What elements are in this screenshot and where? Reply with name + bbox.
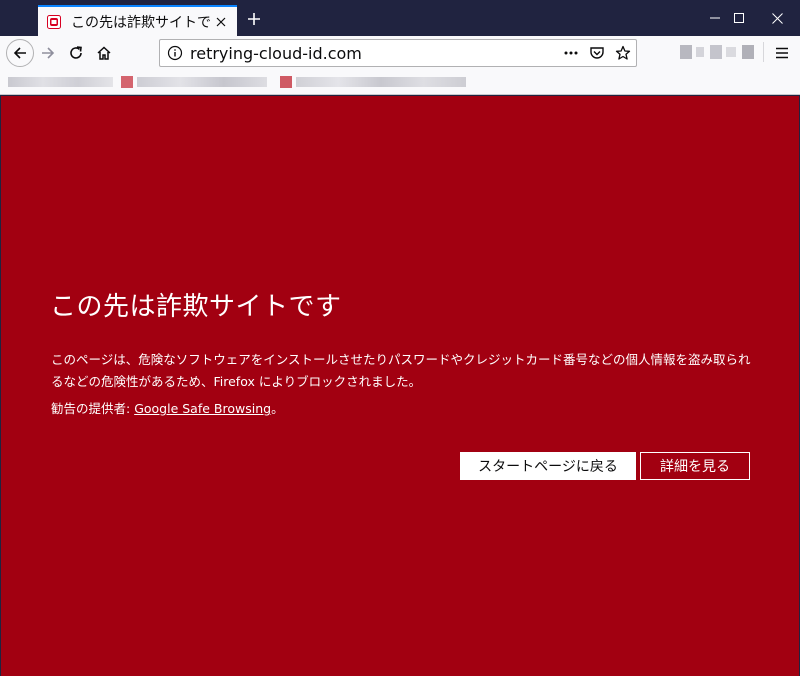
toolbar-extension-icon[interactable] bbox=[680, 45, 692, 59]
new-tab-button[interactable] bbox=[240, 6, 268, 32]
url-text[interactable]: retrying-cloud-id.com bbox=[190, 44, 558, 63]
deceptive-site-warning-page: この先は詐欺サイトです このページは、危険なソフトウェアをインストールさせたりパ… bbox=[1, 96, 799, 676]
maximize-icon bbox=[734, 13, 744, 23]
advisory-prefix: 勧告の提供者: bbox=[51, 401, 135, 416]
tab-title: この先は詐欺サイトです bbox=[71, 14, 211, 31]
tab-active[interactable]: この先は詐欺サイトです bbox=[38, 5, 237, 36]
title-bar: この先は詐欺サイトです bbox=[0, 0, 800, 36]
advisory-line: 勧告の提供者: Google Safe Browsing。 bbox=[51, 398, 284, 417]
window-close-button[interactable] bbox=[754, 0, 800, 36]
navigation-toolbar: retrying-cloud-id.com bbox=[0, 36, 800, 69]
forward-button[interactable] bbox=[34, 39, 62, 67]
google-safe-browsing-link[interactable]: Google Safe Browsing bbox=[134, 401, 271, 416]
more-icon[interactable] bbox=[558, 40, 584, 66]
bookmark-item[interactable] bbox=[296, 77, 466, 87]
advisory-suffix: 。 bbox=[271, 401, 284, 416]
warning-favicon-icon bbox=[46, 14, 62, 30]
plus-icon bbox=[248, 13, 260, 25]
toolbar-separator bbox=[763, 42, 764, 62]
tab-close-icon[interactable] bbox=[211, 12, 231, 32]
toolbar-extension-icon[interactable] bbox=[742, 45, 754, 59]
bookmark-item[interactable] bbox=[8, 77, 113, 87]
reload-icon bbox=[70, 46, 82, 59]
page-title: この先は詐欺サイトです bbox=[50, 292, 342, 322]
hamburger-menu-icon bbox=[776, 47, 788, 59]
close-icon bbox=[771, 12, 783, 24]
star-icon[interactable] bbox=[610, 40, 636, 66]
back-arrow-icon bbox=[13, 47, 26, 59]
warning-description: このページは、危険なソフトウェアをインストールさせたりパスワードやクレジットカー… bbox=[51, 352, 751, 389]
bookmark-icon bbox=[280, 76, 292, 88]
forward-arrow-icon bbox=[42, 47, 55, 59]
site-info-icon[interactable] bbox=[160, 45, 190, 61]
bookmarks-toolbar bbox=[0, 69, 800, 95]
home-button[interactable] bbox=[90, 39, 118, 67]
toolbar-extension-icon[interactable] bbox=[726, 47, 736, 57]
home-icon bbox=[97, 46, 111, 60]
bookmark-item[interactable] bbox=[137, 77, 267, 87]
toolbar-extension-icon[interactable] bbox=[696, 47, 704, 57]
back-button[interactable] bbox=[6, 39, 34, 67]
see-details-button[interactable]: 詳細を見る bbox=[640, 452, 750, 480]
bookmark-icon bbox=[121, 76, 133, 88]
url-bar[interactable]: retrying-cloud-id.com bbox=[159, 39, 637, 67]
toolbar-extension-icon[interactable] bbox=[710, 45, 722, 59]
pocket-icon[interactable] bbox=[584, 40, 610, 66]
go-back-button[interactable]: スタートページに戻る bbox=[460, 452, 636, 480]
reload-button[interactable] bbox=[62, 39, 90, 67]
menu-button[interactable] bbox=[768, 39, 796, 67]
